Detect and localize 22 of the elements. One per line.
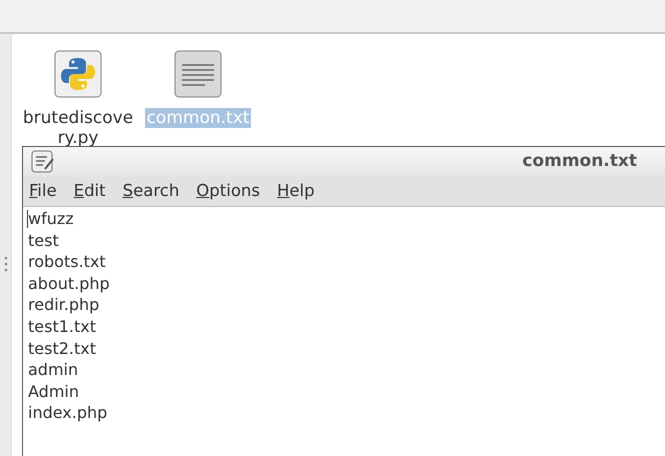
text-line: test2.txt [28,338,98,360]
text-line: admin [28,359,80,381]
notepad-icon [31,150,55,174]
menu-item[interactable]: Help [276,179,315,204]
text-line: robots.txt [28,251,107,273]
menu-item[interactable]: File [29,179,57,204]
text-file-icon[interactable] [174,50,222,98]
file-name-label[interactable]: brutediscove ry.py [20,108,136,148]
menu-item[interactable]: Edit [74,179,106,204]
menu-item[interactable]: Options [196,179,260,204]
text-cursor [27,210,28,228]
text-line: test [28,230,60,252]
text-line: about.php [28,272,111,294]
text-line: test1.txt [28,316,98,338]
python-file-icon[interactable] [54,50,102,98]
grip-icon[interactable] [4,256,8,272]
text-line: wfuzz [28,208,75,230]
text-line: redir.php [28,294,100,316]
text-line: Admin [28,380,80,402]
text-line: index.php [28,402,108,424]
window-title: common.txt [522,150,637,174]
menu-item[interactable]: Search [122,179,180,204]
